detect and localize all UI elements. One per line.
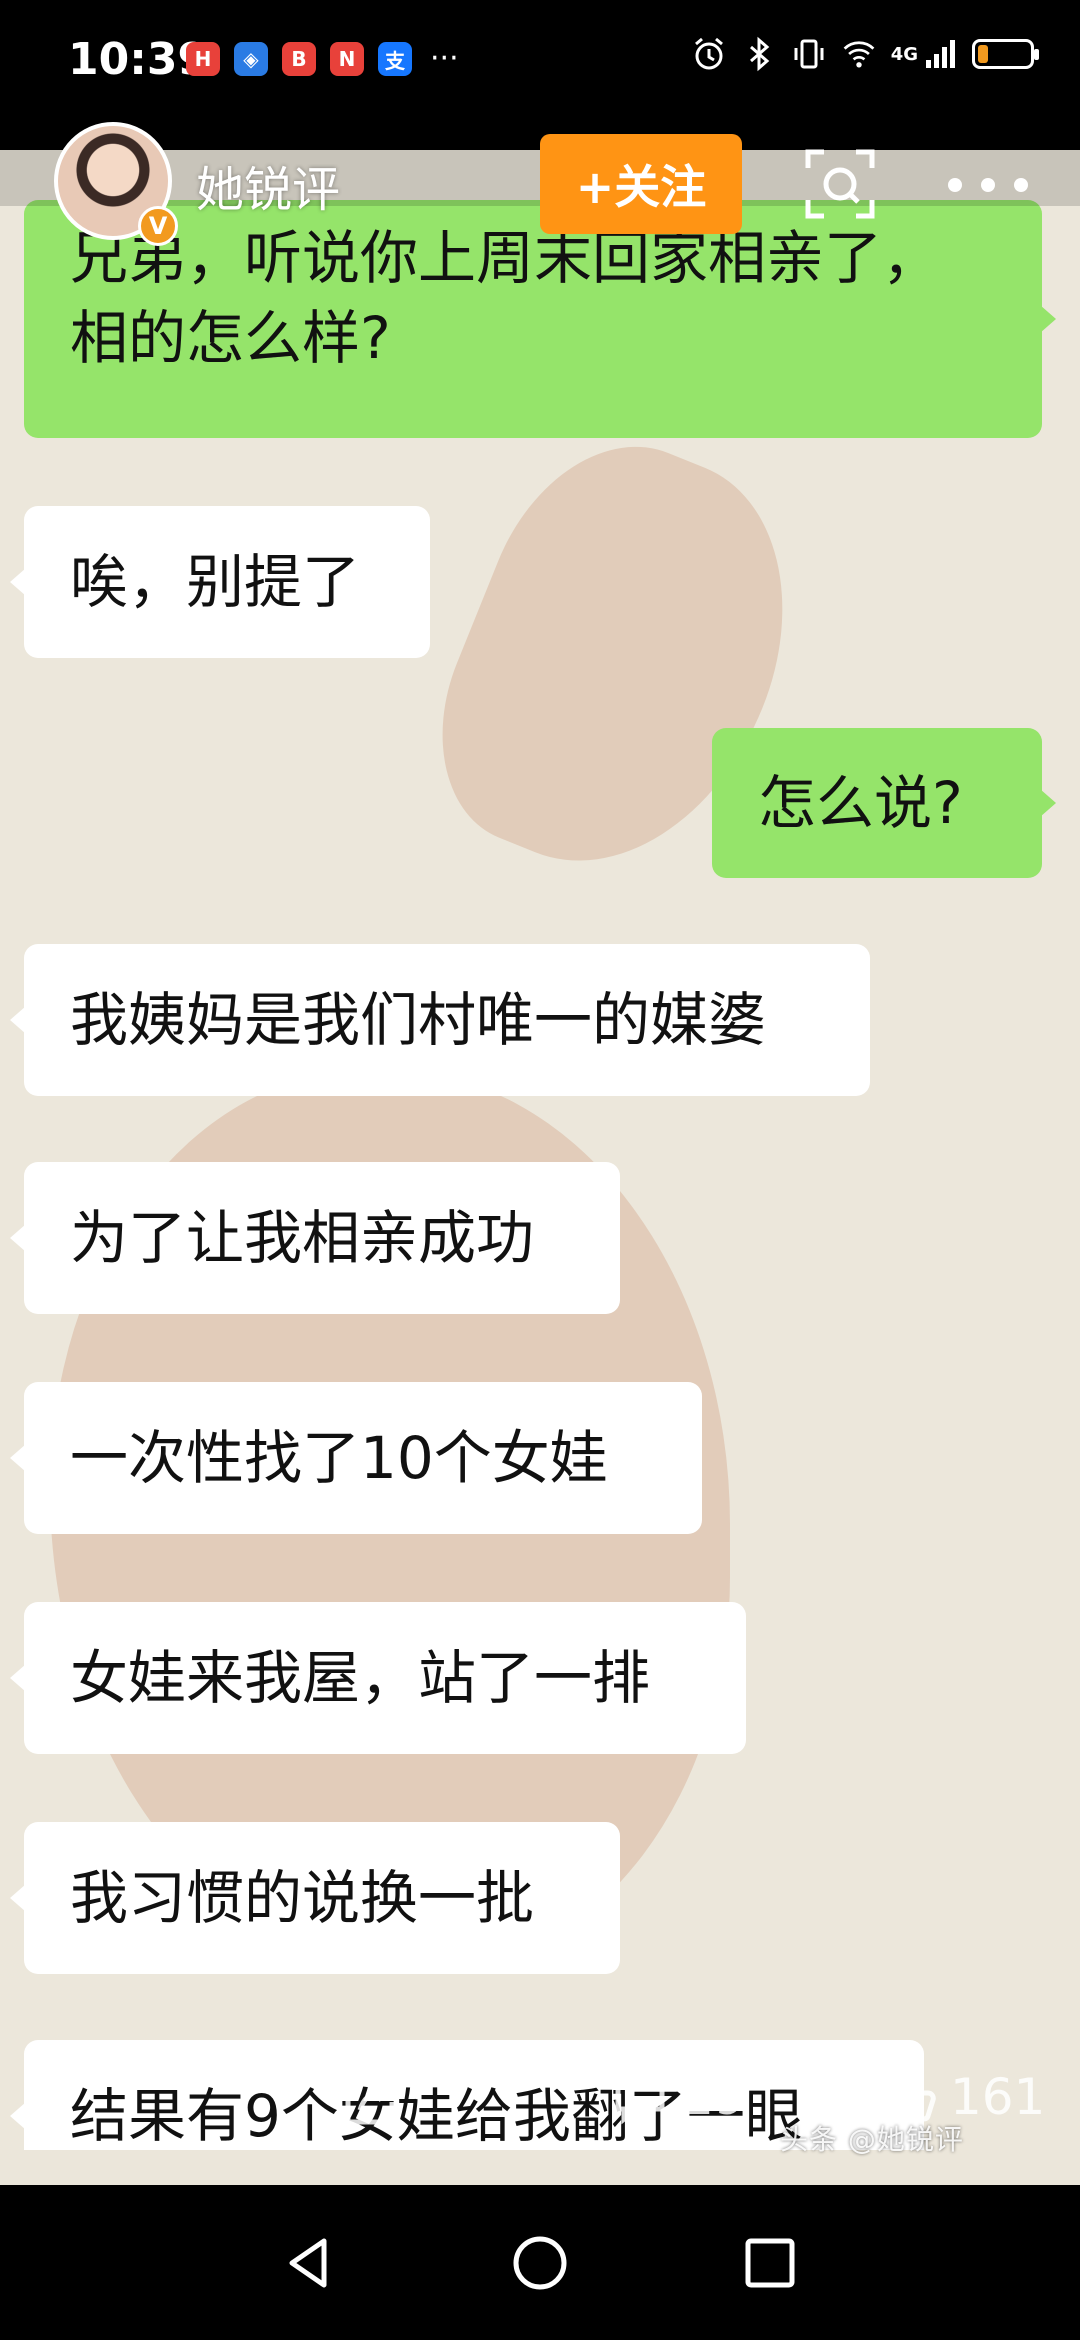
message-text: 唉，别提了 <box>70 548 361 616</box>
message-text: 兄弟，听说你上周末回家相亲了， <box>70 224 941 292</box>
message-text: 女娃来我屋，站了一排 <box>70 1644 651 1712</box>
wifi-icon <box>843 41 875 68</box>
system-icons: 4G <box>691 36 1039 72</box>
battery-icon <box>972 39 1039 69</box>
message-bubble-right: 兄弟，听说你上周末回家相亲了， 相的怎么样? <box>24 200 1056 438</box>
notification-icons: H ◈ B N 支 ··· <box>186 42 459 76</box>
follow-button[interactable]: +关注 <box>540 134 742 234</box>
like-count: 161 <box>950 2068 1046 2126</box>
message-text: 为了让我相亲成功 <box>70 1204 535 1272</box>
red-app-icon: B <box>282 42 316 76</box>
bluetooth-icon <box>749 36 769 72</box>
message-bubble-left: 我姨妈是我们村唯一的媒婆 <box>10 944 870 1096</box>
message-bubble-left: 为了让我相亲成功 <box>10 1162 620 1314</box>
network-type: 4G <box>890 43 918 65</box>
dot-icon <box>1014 178 1028 192</box>
message-bubble-left: 我习惯的说换一批 <box>10 1822 620 1974</box>
message-text: 我习惯的说换一批 <box>70 1864 535 1932</box>
comment-button[interactable]: 19 <box>612 2068 746 2126</box>
dot-icon <box>981 178 995 192</box>
share-icon <box>345 2078 395 2125</box>
shield-app-icon: ◈ <box>234 42 268 76</box>
dot-icon <box>948 178 962 192</box>
share-button[interactable] <box>340 2072 400 2128</box>
message-text: 怎么说? <box>758 769 963 837</box>
scan-icon[interactable] <box>802 146 878 222</box>
message-bubble-left: 唉，别提了 <box>10 506 430 658</box>
chat-image: 兄弟，听说你上周末回家相亲了， 相的怎么样? 唉，别提了 怎么说? 我姨妈是我们… <box>0 150 1080 2150</box>
comment-count: 19 <box>682 2068 746 2126</box>
message-bubble-left: 一次性找了10个女娃 <box>10 1382 702 1534</box>
author-name[interactable]: 她锐评 <box>196 150 340 220</box>
back-icon[interactable] <box>280 2233 340 2293</box>
signal-icon <box>926 40 955 68</box>
message-bubble-right: 怎么说? <box>712 728 1056 878</box>
huawei-icon: H <box>186 42 220 76</box>
status-bar: 10:39 H ◈ B N 支 ··· 4G <box>0 0 1080 150</box>
home-icon[interactable] <box>510 2233 570 2293</box>
thumbs-up-icon <box>883 2072 936 2122</box>
news-app-icon: N <box>330 42 364 76</box>
battery-level <box>978 45 988 63</box>
alipay-icon: 支 <box>378 42 412 76</box>
more-options-button[interactable] <box>948 150 1028 220</box>
navigation-bar <box>0 2185 1080 2340</box>
alarm-icon <box>694 37 723 70</box>
vibrate-icon <box>794 39 824 69</box>
watermark: 头条 @她锐评 <box>780 2123 964 2156</box>
verified-badge: V <box>138 206 178 246</box>
comment-icon <box>615 2074 665 2125</box>
message-text: 一次性找了10个女娃 <box>70 1424 608 1492</box>
message-bubble-left: 女娃来我屋，站了一排 <box>10 1602 746 1754</box>
message-text: 相的怎么样? <box>70 304 391 372</box>
more-notifications: ··· <box>430 41 459 76</box>
message-text: 我姨妈是我们村唯一的媒婆 <box>70 986 767 1054</box>
recents-icon[interactable] <box>740 2233 800 2293</box>
